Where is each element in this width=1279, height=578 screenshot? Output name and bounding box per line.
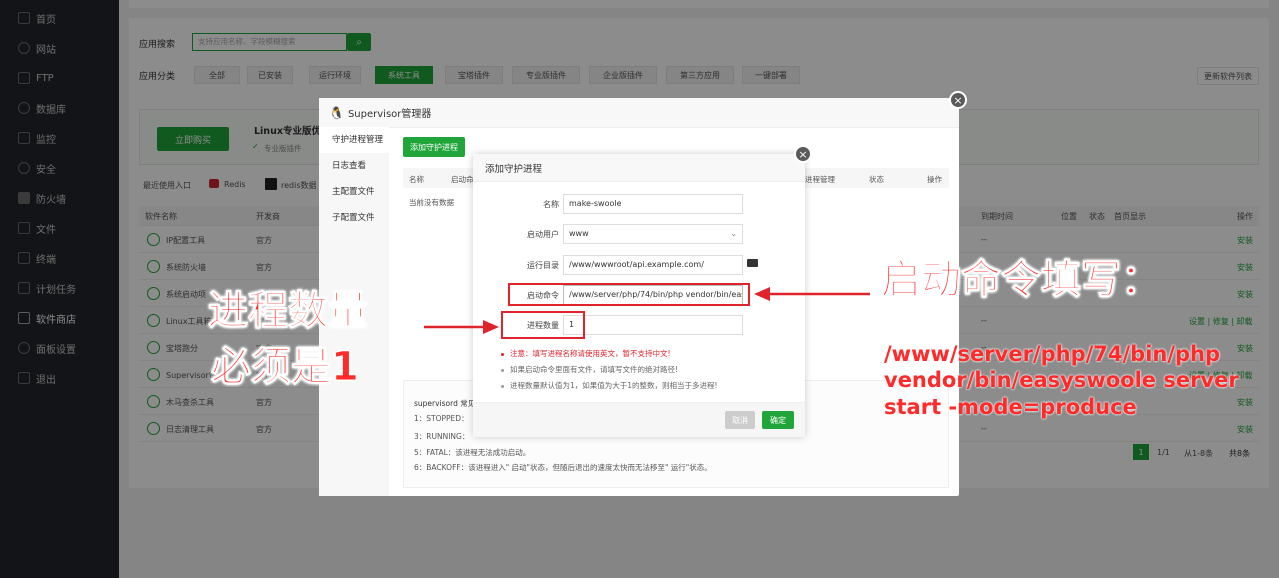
arrow-head-cmd (754, 287, 770, 301)
annotation-cmd-line3: start -mode=produce (884, 395, 1137, 419)
annotation-count-line1: 进程数量 (208, 288, 369, 335)
annotation-cmd-line2: vendor/bin/easyswoole server (884, 368, 1239, 392)
annotation-cmd-line1: /www/server/php/74/bin/php (884, 342, 1221, 366)
annotation-count-line2: 必须是1 (211, 344, 360, 391)
annotation-cmd-title: 启动命令填写： (881, 257, 1162, 304)
arrow-head-count (483, 320, 499, 334)
